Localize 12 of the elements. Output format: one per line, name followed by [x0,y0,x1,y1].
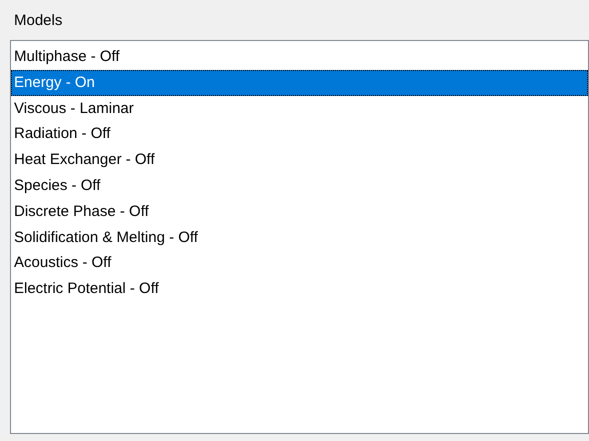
model-list-item[interactable]: Acoustics - Off [11,250,588,276]
models-list[interactable]: Multiphase - Off Energy - On Viscous - Laminar Radiation - Off Heat Exchanger - Off Species - Off Discrete Phase - Off Solidification & Melting - Off Acoustics - Off Electric Potential - Off [10,40,589,434]
model-list-item[interactable]: Radiation - Off [11,121,588,148]
model-list-item[interactable]: Species - Off [11,172,588,199]
model-list-item[interactable]: Discrete Phase - Off [11,198,588,225]
model-list-item[interactable]: Energy - On [11,70,588,96]
model-list-item[interactable]: Viscous - Laminar [11,96,588,122]
model-list-item[interactable]: Electric Potential - Off [11,276,588,302]
model-list-item[interactable]: Heat Exchanger - Off [11,147,588,173]
model-list-item[interactable]: Solidification & Melting - Off [11,224,588,250]
model-list-item[interactable]: Multiphase - Off [11,44,588,70]
group-title: Models [13,11,64,31]
